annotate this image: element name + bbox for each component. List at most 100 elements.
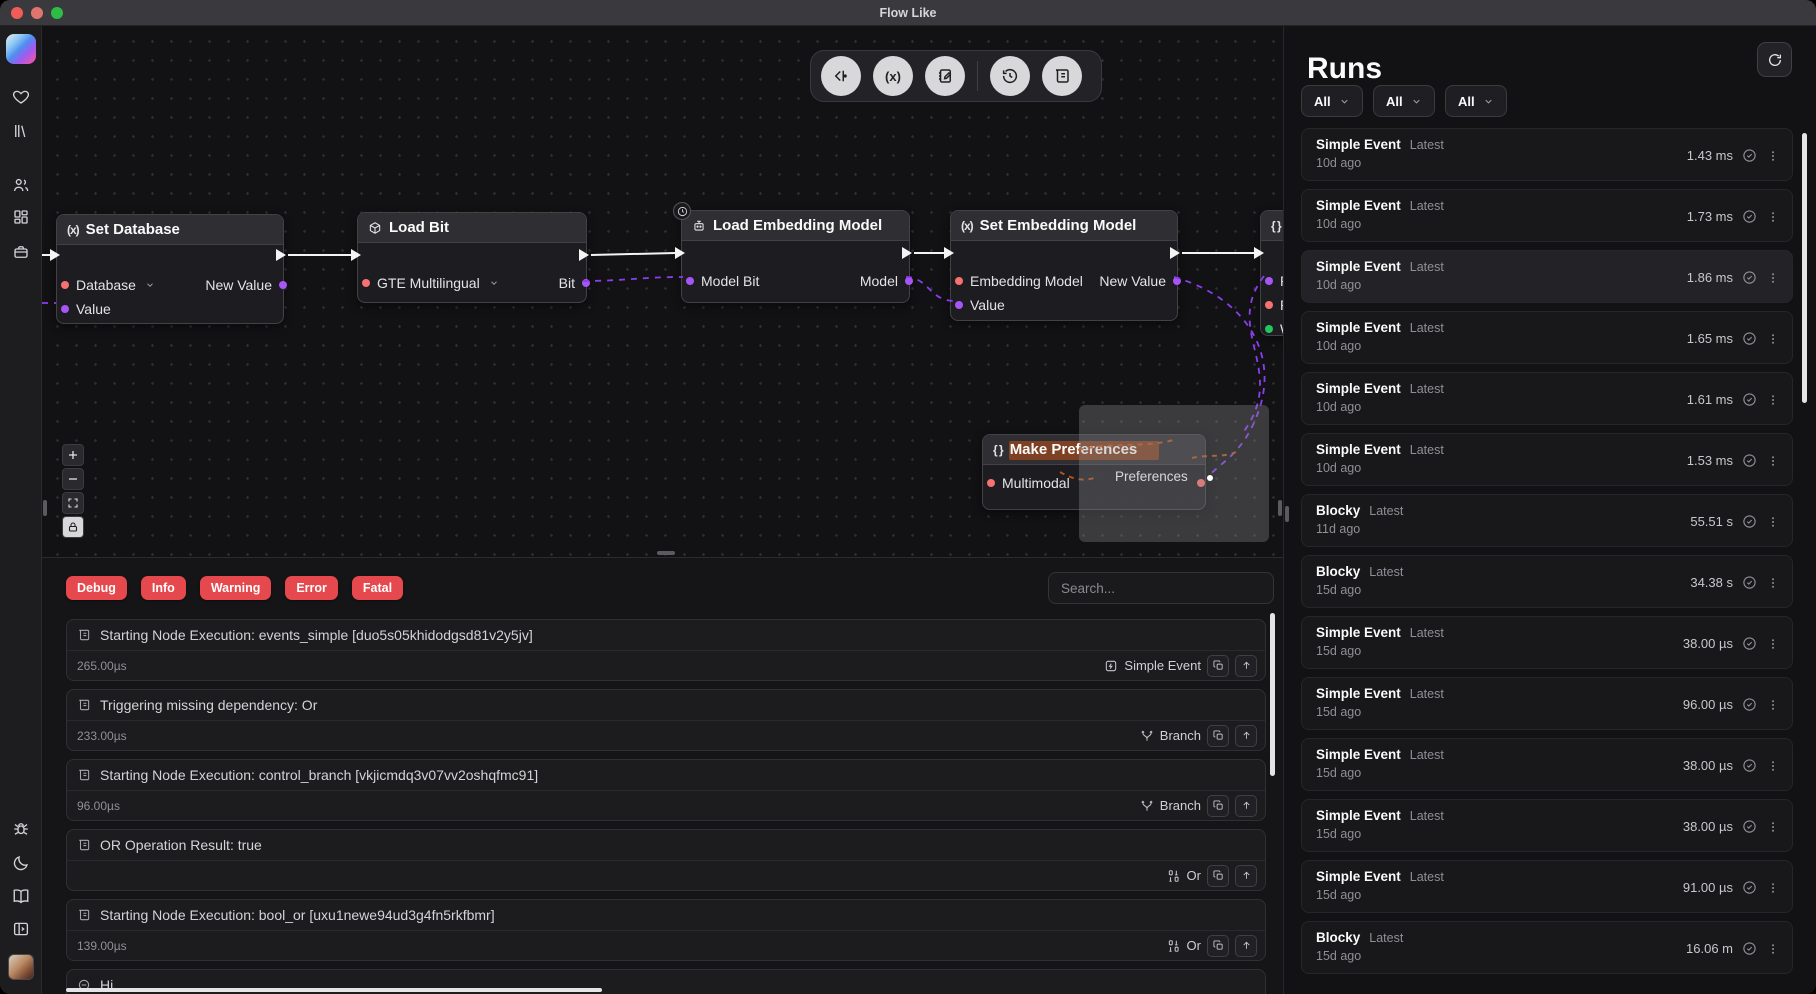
heart-icon[interactable] — [12, 88, 30, 106]
copy-button[interactable] — [1207, 795, 1229, 817]
run-item[interactable]: Simple Event Latest 15d ago 38.00 µs — [1301, 616, 1793, 669]
book-open-icon[interactable] — [12, 887, 30, 905]
more-options-button[interactable] — [1766, 637, 1780, 651]
pin-embedding-model[interactable]: Embedding Model — [959, 273, 1083, 289]
run-item[interactable]: Blocky Latest 11d ago 55.51 s — [1301, 494, 1793, 547]
pin-multimodal[interactable]: Multimodal — [991, 475, 1070, 491]
filter-debug[interactable]: Debug — [66, 576, 127, 600]
pin-value[interactable]: Value — [65, 301, 111, 317]
log-entry[interactable]: Starting Node Execution: events_simple [… — [66, 619, 1266, 681]
refresh-button[interactable] — [1757, 42, 1792, 77]
pin-database[interactable]: Database — [65, 277, 155, 293]
flow-canvas[interactable]: (x) Set Database Database New Value Valu… — [42, 26, 1283, 557]
runs-filter-dropdown[interactable]: All — [1445, 85, 1507, 117]
more-options-button[interactable] — [1766, 576, 1780, 590]
more-options-button[interactable] — [1766, 393, 1780, 407]
node-load-bit[interactable]: Load Bit GTE Multilingual Bit — [357, 212, 587, 303]
run-item[interactable]: Simple Event Latest 15d ago 38.00 µs — [1301, 799, 1793, 852]
log-entry[interactable]: OR Operation Result: true Or — [66, 829, 1266, 891]
pin-w[interactable]: W — [1269, 321, 1283, 336]
panel-left-icon[interactable] — [12, 920, 30, 938]
more-options-button[interactable] — [1766, 271, 1780, 285]
open-button[interactable] — [1235, 935, 1257, 957]
run-item[interactable]: Simple Event Latest 10d ago 1.86 ms — [1301, 250, 1793, 303]
pin-bit[interactable]: Bit — [559, 275, 578, 291]
more-options-button[interactable] — [1766, 454, 1780, 468]
copy-button[interactable] — [1207, 935, 1229, 957]
open-button[interactable] — [1235, 865, 1257, 887]
run-item[interactable]: Simple Event Latest 15d ago 91.00 µs — [1301, 860, 1793, 913]
runs-vertical-scrollbar[interactable] — [1802, 133, 1807, 403]
panel-resize-grip[interactable] — [43, 500, 47, 516]
open-button[interactable] — [1235, 795, 1257, 817]
zoom-out-button[interactable] — [62, 468, 84, 490]
filter-info[interactable]: Info — [141, 576, 186, 600]
users-icon[interactable] — [12, 176, 30, 194]
runs-filter-dropdown[interactable]: All — [1301, 85, 1363, 117]
runs-filter-dropdown[interactable]: All — [1373, 85, 1435, 117]
log-panel-resize-grip[interactable] — [657, 551, 675, 555]
library-icon[interactable] — [12, 122, 30, 140]
layout-grid-icon[interactable] — [12, 208, 30, 226]
more-options-button[interactable] — [1766, 881, 1780, 895]
more-options-button[interactable] — [1766, 515, 1780, 529]
log-search-input[interactable] — [1048, 572, 1274, 604]
pin-preferences[interactable]: Pr — [1269, 273, 1283, 289]
zoom-in-button[interactable] — [62, 444, 84, 466]
more-options-button[interactable] — [1766, 149, 1780, 163]
fit-view-button[interactable] — [62, 492, 84, 514]
history-button[interactable] — [990, 56, 1030, 96]
bug-icon[interactable] — [12, 820, 30, 838]
run-item[interactable]: Simple Event Latest 15d ago 96.00 µs — [1301, 677, 1793, 730]
lock-button[interactable] — [62, 516, 84, 538]
open-button[interactable] — [1235, 725, 1257, 747]
pin-new-value[interactable]: New Value — [1099, 273, 1169, 289]
runs-panel-resize-grip[interactable] — [1285, 506, 1289, 522]
notes-button[interactable] — [925, 56, 965, 96]
node-load-embedding-model[interactable]: Load Embedding Model Model Bit Model — [681, 210, 910, 303]
node-partial-right[interactable]: { } Pr Re W — [1260, 210, 1283, 336]
user-avatar[interactable] — [8, 954, 34, 980]
log-vertical-scrollbar[interactable] — [1270, 613, 1275, 776]
node-set-embedding-model[interactable]: (x) Set Embedding Model Embedding Model … — [950, 210, 1178, 321]
events-button[interactable] — [821, 56, 861, 96]
run-item[interactable]: Simple Event Latest 10d ago 1.73 ms — [1301, 189, 1793, 242]
log-entry[interactable]: Triggering missing dependency: Or 233.00… — [66, 689, 1266, 751]
more-options-button[interactable] — [1766, 698, 1780, 712]
copy-button[interactable] — [1207, 655, 1229, 677]
run-item[interactable]: Simple Event Latest 10d ago 1.65 ms — [1301, 311, 1793, 364]
copy-button[interactable] — [1207, 865, 1229, 887]
pin-value[interactable]: Value — [959, 297, 1005, 313]
pin-request[interactable]: Re — [1269, 297, 1283, 313]
more-options-button[interactable] — [1766, 942, 1780, 956]
open-button[interactable] — [1235, 655, 1257, 677]
more-options-button[interactable] — [1766, 759, 1780, 773]
panel-resize-grip[interactable] — [1278, 500, 1282, 516]
filter-fatal[interactable]: Fatal — [352, 576, 403, 600]
app-logo-icon[interactable] — [6, 34, 36, 64]
run-item[interactable]: Blocky Latest 15d ago 34.38 s — [1301, 555, 1793, 608]
store-icon[interactable] — [12, 243, 30, 261]
pin-gte-multilingual[interactable]: GTE Multilingual — [366, 275, 499, 291]
filter-error[interactable]: Error — [285, 576, 338, 600]
log-entry[interactable]: Starting Node Execution: control_branch … — [66, 759, 1266, 821]
run-item[interactable]: Simple Event Latest 15d ago 38.00 µs — [1301, 738, 1793, 791]
log-entry[interactable]: Starting Node Execution: bool_or [uxu1ne… — [66, 899, 1266, 961]
log-horizontal-scrollbar[interactable] — [66, 988, 602, 992]
pin-model-bit[interactable]: Model Bit — [690, 273, 759, 289]
run-item[interactable]: Blocky Latest 15d ago 16.06 m — [1301, 921, 1793, 974]
node-set-database[interactable]: (x) Set Database Database New Value Valu… — [56, 214, 284, 324]
run-item[interactable]: Simple Event Latest 10d ago 1.53 ms — [1301, 433, 1793, 486]
run-item[interactable]: Simple Event Latest 10d ago 1.61 ms — [1301, 372, 1793, 425]
log-scroll-button[interactable] — [1042, 56, 1082, 96]
more-options-button[interactable] — [1766, 210, 1780, 224]
more-options-button[interactable] — [1766, 820, 1780, 834]
variables-button[interactable]: (x) — [873, 56, 913, 96]
more-options-button[interactable] — [1766, 332, 1780, 346]
copy-button[interactable] — [1207, 725, 1229, 747]
pin-new-value[interactable]: New Value — [205, 277, 275, 293]
filter-warning[interactable]: Warning — [200, 576, 272, 600]
pin-model[interactable]: Model — [860, 273, 901, 289]
moon-icon[interactable] — [12, 854, 30, 872]
run-item[interactable]: Simple Event Latest 10d ago 1.43 ms — [1301, 128, 1793, 181]
